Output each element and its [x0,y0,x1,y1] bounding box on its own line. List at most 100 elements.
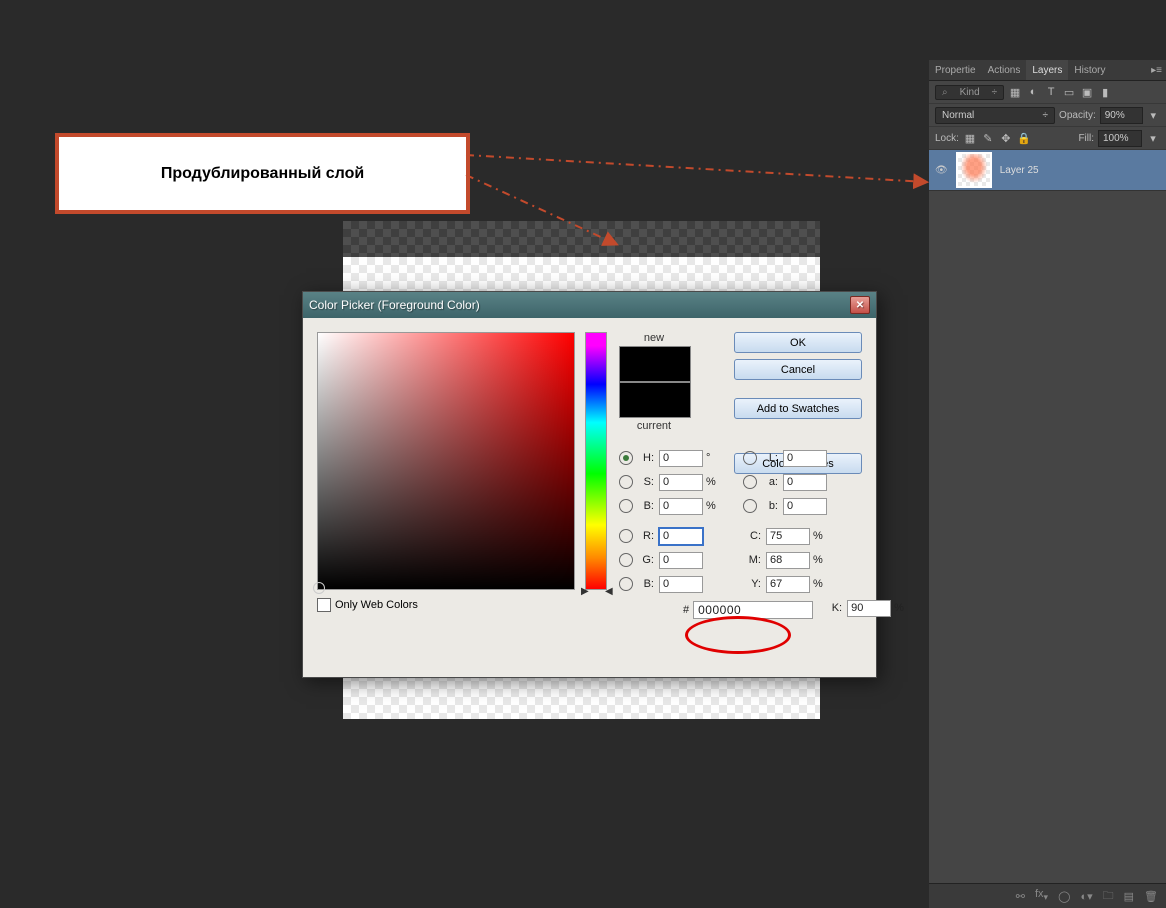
unit-s: % [706,476,720,488]
input-c[interactable]: 75 [766,528,810,545]
link-layers-icon[interactable]: ⚯ [1016,890,1025,903]
opacity-input[interactable]: 90% [1100,107,1143,124]
input-b-rgb[interactable]: 0 [659,576,703,593]
filter-toggle-icon[interactable]: ▮ [1098,85,1112,99]
radio-r[interactable] [619,529,633,543]
label-y: Y: [743,578,761,590]
new-label: new [619,332,689,344]
input-s[interactable]: 0 [659,474,703,491]
label-a: a: [762,476,778,488]
input-g[interactable]: 0 [659,552,703,569]
fill-input[interactable]: 100% [1098,130,1142,147]
unit-m: % [813,554,823,566]
lock-transparency-icon[interactable]: ▦ [963,131,977,145]
radio-h[interactable] [619,451,633,465]
label-l: L: [762,452,778,464]
radio-g[interactable] [619,553,633,567]
tab-history[interactable]: History [1068,60,1111,80]
label-s: S: [638,476,654,488]
filter-type-icon[interactable]: T [1044,85,1058,99]
radio-a[interactable] [743,475,757,489]
lock-pixels-icon[interactable]: ✎ [981,131,995,145]
input-b-hsb[interactable]: 0 [659,498,703,515]
fill-label: Fill: [1078,133,1094,144]
label-k: K: [824,602,842,614]
color-swatch-group: new current [619,332,689,432]
radio-b-lab[interactable] [743,499,757,513]
dialog-titlebar[interactable]: Color Picker (Foreground Color) ✕ [303,292,876,318]
adjustment-icon[interactable]: ◐▾ [1080,890,1092,903]
radio-s[interactable] [619,475,633,489]
color-picker-dialog: Color Picker (Foreground Color) ✕ ▶ ◀ ne… [302,291,877,678]
filter-pixel-icon[interactable]: ▦ [1008,85,1022,99]
fill-arrow-icon[interactable]: ▾ [1146,131,1160,145]
hue-slider[interactable] [585,332,607,590]
input-hex[interactable]: 000000 [693,601,813,619]
visibility-icon[interactable]: 👁 [935,165,948,176]
layer-row[interactable]: 👁 Layer 25 [929,150,1166,191]
layers-footer: ⚯ fx▾ ◯ ◐▾ 🗀 ▤ 🗑 [929,883,1166,908]
web-colors-label: Only Web Colors [335,599,418,611]
close-icon: ✕ [856,300,864,311]
hue-arrow-left-icon: ▶ [581,586,589,597]
filter-smart-icon[interactable]: ▣ [1080,85,1094,99]
cancel-button[interactable]: Cancel [734,359,862,380]
panel-menu-icon[interactable]: ▸≡ [1147,65,1166,76]
unit-h: ° [706,452,720,464]
new-layer-icon[interactable]: ▤ [1124,890,1134,903]
dialog-body: ▶ ◀ new current OK Cancel Add to Swatche… [303,318,876,677]
unit-k: % [894,602,904,614]
new-color-swatch[interactable] [619,346,691,382]
input-y[interactable]: 67 [766,576,810,593]
filter-shape-icon[interactable]: ▭ [1062,85,1076,99]
mask-icon[interactable]: ◯ [1058,890,1070,903]
chevron-updown-icon: ÷ [1043,110,1049,121]
lock-label: Lock: [935,133,959,144]
tab-properties[interactable]: Propertie [929,60,982,80]
close-button[interactable]: ✕ [850,296,870,314]
unit-c: % [813,530,823,542]
input-l[interactable]: 0 [783,450,827,467]
input-r[interactable]: 0 [659,528,703,545]
annotation-callout: Продублированный слой [55,133,470,214]
sv-cursor-icon[interactable] [313,582,325,594]
label-b-hsb: B: [638,500,654,512]
annotation-highlight-circle [685,616,791,654]
radio-l[interactable] [743,451,757,465]
saturation-value-picker[interactable] [317,332,575,590]
add-to-swatches-button[interactable]: Add to Swatches [734,398,862,419]
trash-icon[interactable]: 🗑 [1144,890,1158,903]
current-color-swatch[interactable] [619,382,691,418]
tab-actions[interactable]: Actions [982,60,1027,80]
input-m[interactable]: 68 [766,552,810,569]
blend-row: Normal ÷ Opacity: 90% ▾ [929,104,1166,127]
filter-adjust-icon[interactable]: ◐ [1026,85,1040,99]
label-m: M: [743,554,761,566]
lock-position-icon[interactable]: ✥ [999,131,1013,145]
color-fields: H: 0 ° L: 0 S: 0 % a: 0 [619,446,859,620]
kind-dropdown[interactable]: ⌕ Kind ÷ [935,85,1004,100]
radio-b-rgb[interactable] [619,577,633,591]
input-b-lab[interactable]: 0 [783,498,827,515]
label-c: C: [743,530,761,542]
tab-layers[interactable]: Layers [1026,60,1068,80]
dialog-title: Color Picker (Foreground Color) [309,298,480,312]
search-icon: ⌕ [942,87,948,98]
checkbox-icon[interactable] [317,598,331,612]
web-colors-checkbox[interactable]: Only Web Colors [317,598,418,612]
ok-button[interactable]: OK [734,332,862,353]
opacity-arrow-icon[interactable]: ▾ [1147,108,1161,122]
blend-mode-dropdown[interactable]: Normal ÷ [935,107,1055,124]
group-icon[interactable]: 🗀 [1103,887,1114,906]
layer-name[interactable]: Layer 25 [1000,165,1039,176]
fx-icon[interactable]: fx▾ [1035,888,1048,903]
input-a[interactable]: 0 [783,474,827,491]
layer-thumbnail[interactable] [956,152,992,188]
unit-b: % [706,500,720,512]
label-r: R: [638,530,654,542]
hue-arrow-right-icon: ◀ [605,586,613,597]
radio-b-hsb[interactable] [619,499,633,513]
lock-all-icon[interactable]: 🔒 [1017,131,1031,145]
input-h[interactable]: 0 [659,450,703,467]
input-k[interactable]: 90 [847,600,891,617]
